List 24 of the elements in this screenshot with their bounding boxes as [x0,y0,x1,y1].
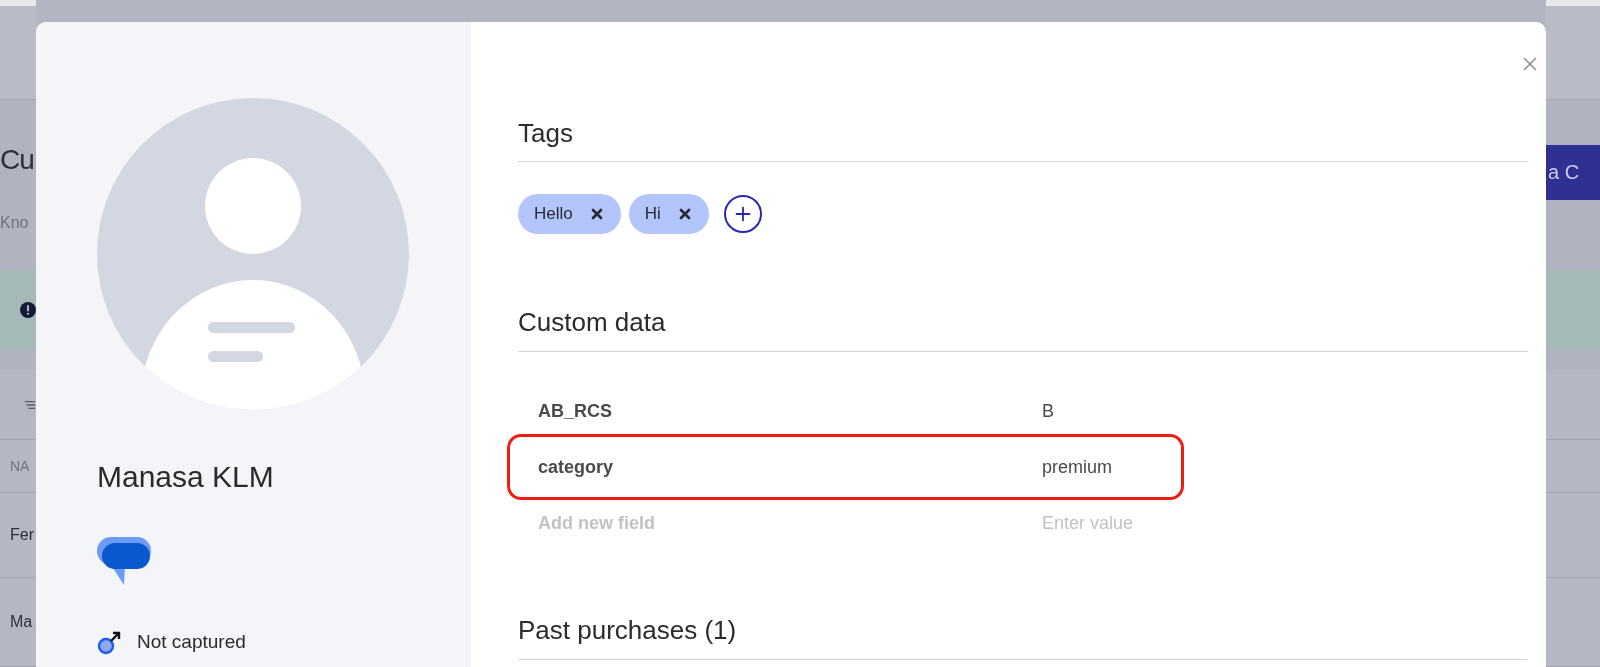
tag-chip: Hello [518,194,621,234]
male-icon [97,629,123,655]
chat-bubble-icon [97,535,151,587]
page-title: Cu [0,143,35,177]
table-header-row [1546,440,1600,493]
table-cell: Ma [10,613,33,631]
gender-label: Not captured [137,631,246,653]
field-value: premium [1042,456,1113,478]
column-header: NA [10,458,30,474]
avatar-icon [97,98,409,410]
add-tag-button[interactable] [723,195,762,233]
table-cell: Fer [10,526,34,544]
field-name-input[interactable]: Add new field [538,512,838,534]
field-name: AB_RCS [538,400,613,422]
field-name: category [538,456,615,478]
page-subtitle: Kno [0,213,30,233]
section-heading: Custom data [518,306,667,338]
section-heading: Past purchases (1) [518,614,738,646]
section-heading: Tags [518,117,574,149]
field-value: B [1042,400,1055,422]
create-button[interactable]: a C [1546,145,1600,200]
tag-chip: Hi [628,194,709,234]
field-value-input[interactable]: Enter value [1042,512,1242,534]
contact-name: Manasa KLM [97,459,274,495]
